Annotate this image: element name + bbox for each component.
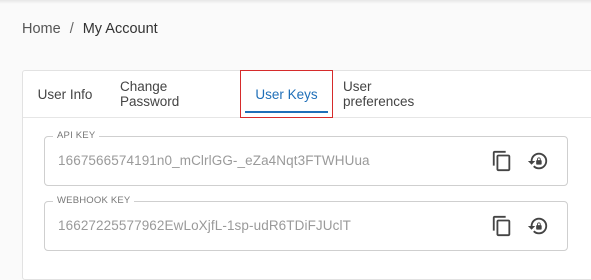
api-key-value[interactable]: 1667566574191n0_mClrlGG-_eZa4Nqt3FTWHUua <box>58 153 370 168</box>
tab-user-preferences-label: User preferences <box>343 79 415 109</box>
tab-user-keys[interactable]: User Keys <box>240 70 333 118</box>
lock-reset-icon[interactable] <box>526 149 550 173</box>
copy-icon[interactable] <box>490 214 514 238</box>
breadcrumb-current: My Account <box>82 21 158 37</box>
webhook-key-field: WEBHOOK KEY 16627225577962EwLoXjfL-1sp-u… <box>44 195 568 251</box>
tab-user-info[interactable]: User Info <box>37 71 93 117</box>
top-shadow <box>0 0 591 4</box>
webhook-key-label: WEBHOOK KEY <box>53 195 135 206</box>
api-key-label: API KEY <box>53 130 100 141</box>
account-card: User Info Change Password User Keys User… <box>22 70 591 280</box>
tab-change-password[interactable]: Change Password <box>120 71 228 117</box>
api-key-field: API KEY 1667566574191n0_mClrlGG-_eZa4Nqt… <box>44 130 568 186</box>
breadcrumb-separator: / <box>69 21 74 37</box>
tab-user-info-label: User Info <box>37 86 93 102</box>
tab-user-preferences[interactable]: User preferences <box>343 71 445 117</box>
tab-change-password-label: Change Password <box>120 79 180 109</box>
tab-bar: User Info Change Password User Keys User… <box>23 70 591 118</box>
tab-user-keys-label: User Keys <box>255 86 318 102</box>
breadcrumb: Home / My Account <box>22 21 158 37</box>
lock-reset-icon[interactable] <box>526 214 550 238</box>
breadcrumb-home-link[interactable]: Home <box>22 21 61 37</box>
copy-icon[interactable] <box>490 149 514 173</box>
webhook-key-value[interactable]: 16627225577962EwLoXjfL-1sp-udR6TDiFJUclT <box>58 218 351 233</box>
active-tab-indicator <box>245 111 328 113</box>
